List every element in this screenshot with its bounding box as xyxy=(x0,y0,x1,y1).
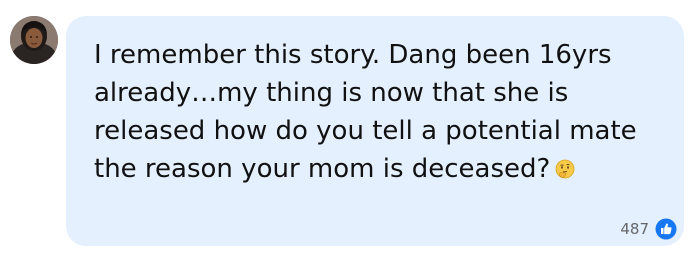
comment-card: I remember this story. Dang been 16yrs a… xyxy=(0,0,700,280)
like-thumbs-up-icon xyxy=(655,218,677,240)
reaction-summary[interactable]: 487 xyxy=(620,216,677,242)
comment-bubble: I remember this story. Dang been 16yrs a… xyxy=(66,16,684,246)
avatar[interactable] xyxy=(10,16,58,64)
thinking-face-icon xyxy=(554,153,576,179)
reaction-count: 487 xyxy=(620,220,649,238)
avatar-photo xyxy=(10,16,58,64)
comment-body: I remember this story. Dang been 16yrs a… xyxy=(94,36,674,188)
